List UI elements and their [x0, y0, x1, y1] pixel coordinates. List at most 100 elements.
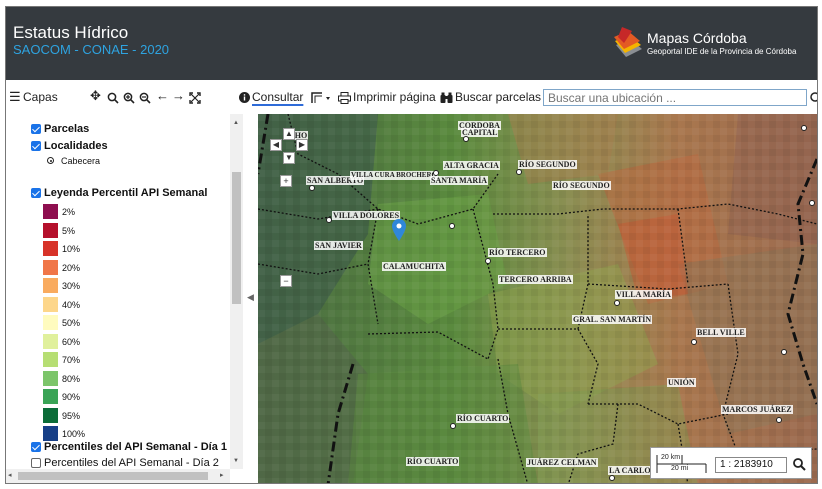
- mapas-cordoba-logo[interactable]: Mapas Córdoba Geoportal IDE de la Provin…: [612, 22, 812, 62]
- legend-label: 50%: [62, 318, 81, 328]
- zoom-out-icon[interactable]: [139, 92, 151, 104]
- legend-swatch: [43, 315, 58, 330]
- scale-search-icon[interactable]: [793, 458, 806, 471]
- layers-button[interactable]: Capas: [23, 90, 58, 104]
- town-marker[interactable]: [614, 300, 620, 306]
- town-marker[interactable]: [801, 125, 807, 131]
- map-canvas[interactable]: [258, 114, 817, 484]
- legend-label: 20%: [62, 262, 81, 273]
- pan-up-icon[interactable]: ▲: [283, 128, 295, 140]
- layer-checkbox-parcelas[interactable]: [31, 124, 41, 134]
- legend-label: 70%: [62, 355, 81, 365]
- scroll-down-icon[interactable]: ▼: [233, 458, 239, 464]
- full-extent-icon[interactable]: [189, 92, 201, 104]
- layer-checkbox-localidades[interactable]: [31, 141, 41, 151]
- forward-icon[interactable]: →: [172, 88, 185, 103]
- zoom-in-icon[interactable]: [123, 92, 135, 104]
- map-view[interactable]: CORDOBA CAPITAL SAN ALBERTO VILLA CURA B…: [258, 114, 817, 484]
- draw-icon[interactable]: [311, 92, 331, 104]
- town-marker[interactable]: [326, 217, 332, 223]
- mapas-cordoba-logo-icon: [614, 27, 642, 57]
- scroll-up-icon[interactable]: ▲: [233, 120, 239, 126]
- town-marker[interactable]: [609, 475, 615, 481]
- sidebar-collapse-strip[interactable]: ◀: [243, 114, 258, 483]
- scale-ratio-field[interactable]: 1 : 2183910: [715, 457, 787, 473]
- info-icon: [239, 92, 250, 103]
- layer-checkbox-dia-1[interactable]: [31, 442, 41, 452]
- sidebar-vertical-scrollbar[interactable]: ▲ ▼: [230, 114, 243, 469]
- place-label: RÍO CUARTO: [406, 457, 460, 466]
- legend-swatch: [43, 426, 58, 441]
- scale-mi-label: 20 mi: [671, 465, 689, 472]
- app-header: Estatus Hídrico SAOCOM - CONAE - 2020 Ma…: [6, 7, 817, 80]
- layer-label-dia-2: Percentiles del API Semanal - Día 2: [44, 457, 219, 469]
- sidebar-horizontal-scrollbar[interactable]: ◂ ▸: [6, 469, 230, 483]
- consult-button[interactable]: Consultar: [252, 90, 303, 104]
- toolbar: ☰ Capas ✥ ← → Consultar Imprimir página …: [6, 80, 817, 114]
- place-label: RÍO SEGUNDO: [552, 181, 611, 190]
- layers-panel: Parcelas Localidades Cabecera Leyenda Pe…: [6, 114, 246, 483]
- legend-label: 40%: [62, 299, 81, 310]
- legend-label: 10%: [62, 244, 81, 254]
- print-button[interactable]: Imprimir página: [353, 90, 436, 104]
- place-label: UNIÓN: [667, 378, 696, 387]
- legend-label: 80%: [62, 373, 81, 384]
- zoom-box-icon[interactable]: [107, 92, 119, 104]
- legend-label: 60%: [62, 336, 81, 347]
- town-marker[interactable]: [450, 423, 456, 429]
- place-label: RÍO TERCERO: [488, 248, 547, 257]
- place-label: RÍO SEGUNDO: [518, 160, 577, 169]
- back-icon[interactable]: ←: [156, 88, 169, 103]
- zoom-out-button[interactable]: −: [280, 275, 292, 287]
- layer-checkbox-dia-2[interactable]: [31, 458, 41, 468]
- sidebar-scroll-thumb[interactable]: [232, 172, 241, 304]
- place-label: JUÁREZ CELMAN: [526, 458, 598, 467]
- place-label: BELL VILLE: [696, 328, 746, 337]
- pan-left-icon[interactable]: ◀: [270, 139, 282, 151]
- layer-label-leyenda: Leyenda Percentil API Semanal: [44, 187, 208, 199]
- scale-widget: 20 km 20 mi 1 : 2183910: [650, 447, 812, 479]
- legend-label: 90%: [62, 392, 81, 402]
- town-marker[interactable]: [449, 223, 455, 229]
- place-label: RÍO CUARTO: [456, 414, 510, 423]
- town-marker[interactable]: [781, 349, 787, 355]
- town-marker[interactable]: [485, 258, 491, 264]
- town-marker[interactable]: [516, 169, 522, 175]
- legend-swatch: [43, 333, 58, 349]
- search-icon[interactable]: [809, 92, 818, 104]
- pan-right-icon[interactable]: ▶: [296, 139, 308, 151]
- collapse-panel-icon[interactable]: ◀: [247, 292, 254, 303]
- location-search-input[interactable]: [543, 89, 807, 106]
- town-marker[interactable]: [776, 417, 782, 423]
- place-label: ALTA GRACIA: [443, 161, 500, 170]
- parcel-search-button[interactable]: Buscar parcelas: [455, 90, 541, 104]
- town-marker[interactable]: [809, 200, 815, 206]
- sidebar-hscroll-thumb[interactable]: [18, 472, 208, 480]
- layer-checkbox-leyenda[interactable]: [31, 188, 41, 198]
- legend-label: 2%: [62, 207, 76, 217]
- cabecera-symbol-dot: [49, 159, 52, 162]
- scroll-left-icon[interactable]: ◂: [8, 471, 12, 479]
- menu-icon[interactable]: ☰: [9, 89, 21, 105]
- town-marker[interactable]: [463, 136, 469, 142]
- app-window: Estatus Hídrico SAOCOM - CONAE - 2020 Ma…: [5, 6, 818, 484]
- pan-icon[interactable]: ✥: [90, 88, 101, 104]
- legend-swatch: [43, 259, 58, 275]
- town-marker[interactable]: [691, 339, 697, 345]
- location-pin-icon[interactable]: [392, 219, 406, 241]
- legend-swatch: [43, 352, 58, 367]
- town-marker[interactable]: [309, 185, 315, 191]
- place-label: GRAL. SAN MARTÍN: [572, 315, 653, 324]
- zoom-in-button[interactable]: +: [280, 175, 292, 187]
- scale-km-label: 20 km: [661, 454, 681, 461]
- town-marker[interactable]: [433, 170, 439, 176]
- app-title: Estatus Hídrico: [13, 23, 129, 42]
- binoculars-icon: [440, 92, 453, 103]
- app-subtitle: SAOCOM - CONAE - 2020: [13, 42, 170, 57]
- legend-swatch: [43, 241, 58, 256]
- logo-subtitle: Geoportal IDE de la Provincia de Córdoba: [647, 47, 797, 56]
- place-label: CALAMUCHITA: [382, 262, 446, 271]
- pan-down-icon[interactable]: ▼: [283, 152, 295, 164]
- place-label: VILLA CURA BROCHERO: [350, 171, 438, 180]
- scroll-right-icon[interactable]: ▸: [220, 471, 224, 479]
